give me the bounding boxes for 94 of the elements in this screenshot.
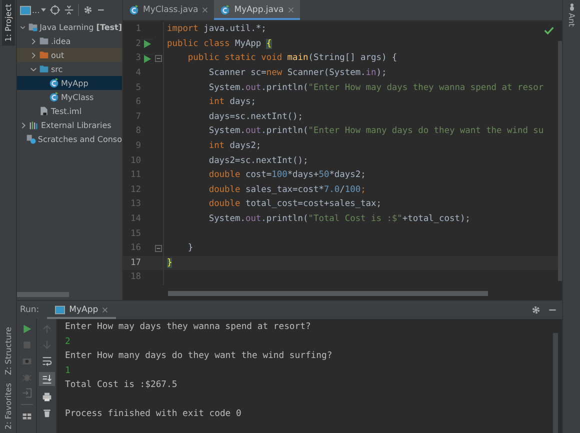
settings-icon[interactable] <box>82 5 93 15</box>
editor-tab[interactable]: MyApp.java <box>214 0 300 20</box>
locate-icon[interactable] <box>50 5 60 15</box>
editor-tab[interactable]: MyClass.java <box>123 0 214 20</box>
tree-item[interactable]: out <box>17 48 122 62</box>
class-icon <box>49 92 59 102</box>
output-text: Enter How may days they wanna spend at resort? <box>65 322 311 332</box>
tool-window-tab[interactable]: Ant <box>567 0 576 30</box>
class-icon <box>49 78 59 88</box>
chevron-down-icon[interactable] <box>20 24 26 30</box>
scroll-to-end-button[interactable] <box>38 372 54 386</box>
view-selector[interactable]: ... <box>20 4 46 16</box>
run-icon[interactable] <box>141 39 153 48</box>
line-number: 3 <box>134 53 141 64</box>
ant-icon <box>568 3 576 11</box>
library-icon <box>29 120 39 130</box>
code-line: int days2; <box>208 141 262 152</box>
class-icon <box>129 5 139 15</box>
soft-wrap-icon[interactable] <box>42 356 52 366</box>
output-text: Process finished with exit code 0 <box>65 409 242 420</box>
collapse-all-icon[interactable] <box>64 5 74 15</box>
code-line: double cost=100*days+50*days2; <box>208 170 366 180</box>
code-line: System.out.println("Total Cost is :$"+total_cost); <box>208 214 470 224</box>
line-number: 1 <box>134 24 141 34</box>
line-number: 12 <box>130 184 141 195</box>
line-number: 17 <box>130 258 141 268</box>
code-line: Scanner sc=new Scanner(System.in); <box>208 68 387 78</box>
line-number: 9 <box>134 141 141 152</box>
code-line: System.out.println("Enter How may days they wanna spend at resor <box>208 82 544 93</box>
line-number: 14 <box>130 214 141 224</box>
scratches-icon <box>26 134 36 144</box>
tree-item[interactable]: Test.iml <box>17 104 122 118</box>
tree-item[interactable]: Scratches and Conso <box>17 132 122 146</box>
fold-icon[interactable] <box>154 54 162 62</box>
scrollbar[interactable] <box>553 333 558 433</box>
line-number: 18 <box>130 272 141 282</box>
input-text: 1 <box>65 366 70 376</box>
chevron-right-icon[interactable] <box>20 122 27 128</box>
module-folder-icon <box>28 22 38 32</box>
chevron-right-icon[interactable] <box>30 38 37 44</box>
code-line: days2=sc.nextInt(); <box>208 156 308 166</box>
trash-icon[interactable] <box>42 408 52 418</box>
line-number: 7 <box>134 112 141 122</box>
close-icon[interactable] <box>288 7 294 13</box>
caret-icon[interactable] <box>40 8 46 12</box>
tree-item[interactable]: MyApp <box>17 76 122 90</box>
panel-label: Run: <box>20 305 40 315</box>
tree-item[interactable]: External Libraries <box>17 118 122 132</box>
line-number: 16 <box>130 243 141 254</box>
output-text: Total Cost is :$267.5 <box>65 380 178 390</box>
line-number: 8 <box>134 126 141 136</box>
settings-icon[interactable] <box>531 305 541 315</box>
line-number: 10 <box>130 156 141 166</box>
line-number: 15 <box>130 228 141 239</box>
print-icon[interactable] <box>42 392 52 402</box>
check-icon <box>544 26 554 35</box>
code-line: import java.util.*; <box>166 24 266 34</box>
tool-window-tab[interactable]: Z: Structure <box>2 322 14 379</box>
run-icon[interactable] <box>22 324 32 334</box>
tool-window-tab[interactable]: 2: Favorites <box>2 378 14 433</box>
scrollbar[interactable] <box>17 292 69 297</box>
line-number: 6 <box>134 97 141 108</box>
code-line: public class MyApp { <box>166 38 272 49</box>
close-icon[interactable] <box>202 7 208 13</box>
line-number: 4 <box>134 68 141 78</box>
fold-icon[interactable] <box>154 244 162 252</box>
chevron-down-icon[interactable] <box>30 66 37 72</box>
window-icon <box>55 305 66 315</box>
code-line: double total_cost=cost+sales_tax; <box>208 199 382 210</box>
run-icon[interactable] <box>141 54 153 63</box>
layout-icon[interactable] <box>22 411 32 421</box>
code-line: int days; <box>208 97 256 108</box>
code-line: } <box>186 243 194 254</box>
code-line: days=sc.nextInt(); <box>208 112 303 122</box>
line-number: 11 <box>130 170 141 180</box>
line-number: 2 <box>134 38 141 49</box>
run-tab[interactable]: MyApp <box>47 301 116 319</box>
line-number: 5 <box>134 82 141 93</box>
tree-item[interactable]: src <box>17 62 122 76</box>
input-text: 2 <box>65 336 70 347</box>
line-number: 13 <box>130 199 141 210</box>
file-icon <box>39 106 49 116</box>
close-icon[interactable] <box>102 307 108 313</box>
tree-item[interactable]: Java Learning [Test] <box>17 20 122 34</box>
tree-item[interactable]: .idea <box>17 34 122 48</box>
output-text: Enter How many days do they want the wind surfing? <box>65 351 332 362</box>
code-line: double sales_tax=cost*7.0/100; <box>208 184 366 195</box>
code-line: public static void main(String[] args) { <box>186 53 398 64</box>
chevron-right-icon[interactable] <box>30 52 37 58</box>
tool-window-tab[interactable]: 1: Project <box>2 0 14 46</box>
class-icon <box>220 5 230 15</box>
tree-item[interactable]: MyClass <box>17 90 122 104</box>
scrollbar[interactable] <box>168 291 488 296</box>
code-line: System.out.println("Enter How many days do they want the wind su <box>208 126 544 136</box>
